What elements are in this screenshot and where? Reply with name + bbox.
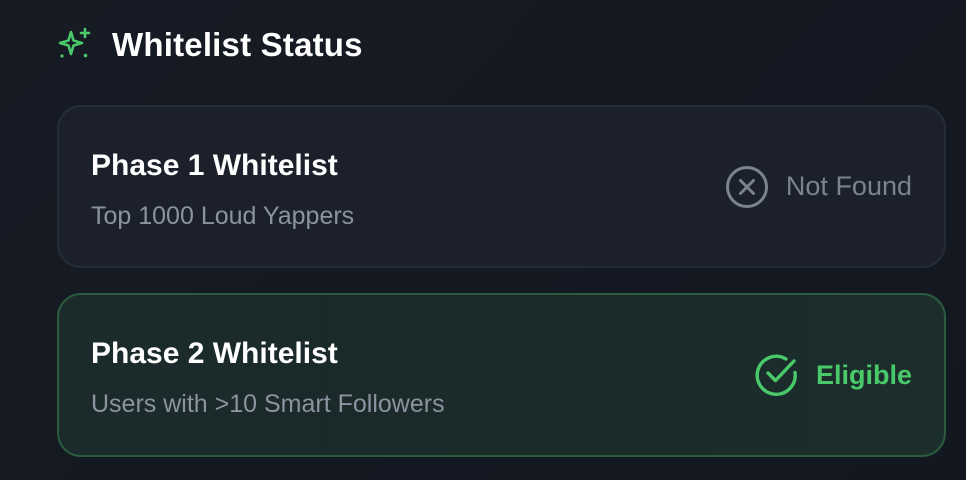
page-title: Whitelist Status bbox=[112, 26, 363, 63]
phase-1-card: Phase 1 Whitelist Top 1000 Loud Yappers … bbox=[57, 105, 946, 268]
phase-2-description: Users with >10 Smart Followers bbox=[91, 390, 445, 418]
phase-2-card: Phase 2 Whitelist Users with >10 Smart F… bbox=[57, 293, 946, 457]
phase-2-status-label: Eligible bbox=[815, 359, 912, 390]
phase-1-description: Top 1000 Loud Yappers bbox=[91, 202, 355, 230]
whitelist-status-panel: Whitelist Status Phase 1 Whitelist Top 1… bbox=[0, 0, 966, 480]
phase-2-name: Phase 2 Whitelist bbox=[91, 337, 338, 370]
check-circle-icon bbox=[754, 352, 800, 398]
panel-header: Whitelist Status bbox=[56, 24, 363, 66]
phase-1-status: Not Found bbox=[724, 107, 912, 266]
phase-1-name: Phase 1 Whitelist bbox=[91, 149, 338, 182]
sparkles-icon bbox=[56, 26, 94, 64]
x-circle-icon bbox=[724, 164, 770, 210]
phase-1-status-label: Not Found bbox=[785, 171, 912, 201]
phase-2-status: Eligible bbox=[754, 295, 912, 455]
